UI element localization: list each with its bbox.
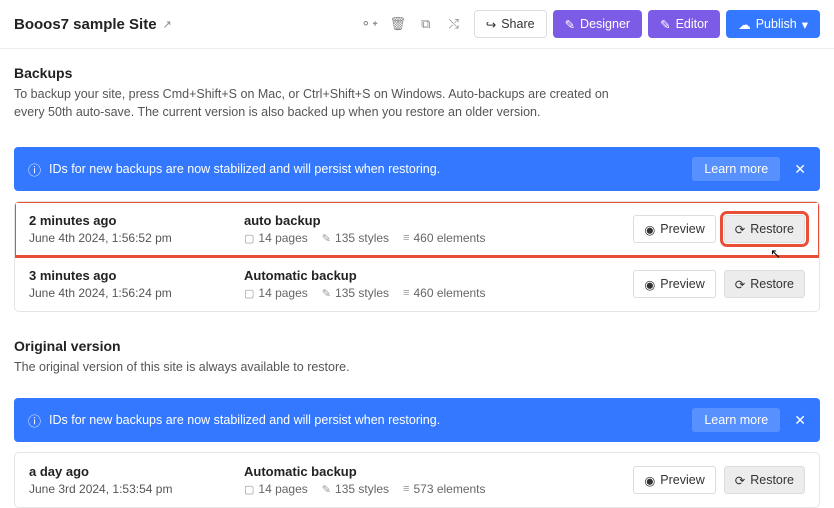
restore-icon: ⟳ (735, 473, 745, 488)
restore-label: Restore (750, 222, 794, 236)
restore-button[interactable]: ⟳ Restore (724, 270, 805, 298)
backup-row: a day ago June 3rd 2024, 1:53:54 pm Auto… (15, 453, 819, 507)
styles-count: 135 styles (335, 286, 389, 300)
branch-icon[interactable]: ⚬᛭ (358, 12, 382, 36)
backup-meta: ▢ 14 pages ✎ 135 styles ≡ 573 elements (244, 482, 633, 496)
elements-count: 573 elements (413, 482, 485, 496)
elements-icon: ≡ (403, 483, 409, 495)
styles-icon: ✎ (322, 232, 331, 245)
trash-icon[interactable]: 🗑 (386, 12, 410, 36)
designer-label: Designer (580, 17, 630, 31)
restore-label: Restore (750, 277, 794, 291)
restore-icon: ⟳ (735, 277, 745, 292)
preview-label: Preview (660, 277, 704, 291)
backup-time-absolute: June 4th 2024, 1:56:24 pm (29, 286, 244, 300)
chevron-down-icon: ▾ (802, 17, 808, 32)
restore-icon: ⟳ (735, 222, 745, 237)
backups-desc: To backup your site, press Cmd+Shift+S o… (14, 85, 614, 121)
styles-icon: ✎ (322, 483, 331, 496)
app-header: Booos7 sample Site ↗ ⚬᛭ 🗑 ⧉ ⤭ ↪ Share ✎ … (0, 0, 834, 49)
backup-meta: ▢ 14 pages ✎ 135 styles ≡ 460 elements (244, 231, 633, 245)
cursor-icon: ↖ (770, 246, 781, 262)
restore-button[interactable]: ⟳ Restore (724, 466, 805, 494)
pencil-icon: ✎ (660, 17, 670, 32)
learn-more-button[interactable]: Learn more (692, 408, 780, 432)
backup-time-relative: 3 minutes ago (29, 268, 244, 283)
styles-icon: ✎ (322, 287, 331, 300)
close-icon[interactable]: ✕ (794, 161, 806, 178)
original-heading: Original version (14, 338, 820, 354)
info-banner: ⓘ IDs for new backups are now stabilized… (14, 147, 820, 191)
learn-more-button[interactable]: Learn more (692, 157, 780, 181)
eye-icon: ◉ (644, 473, 655, 488)
pages-count: 14 pages (258, 482, 307, 496)
share-button[interactable]: ↪ Share (474, 10, 547, 38)
backup-row: 3 minutes ago June 4th 2024, 1:56:24 pm … (15, 256, 819, 311)
restore-label: Restore (750, 473, 794, 487)
preview-button[interactable]: ◉ Preview (633, 466, 715, 494)
transfer-icon[interactable]: ⤭ (442, 12, 466, 36)
pages-count: 14 pages (258, 286, 307, 300)
preview-label: Preview (660, 473, 704, 487)
restore-button[interactable]: ⟳ Restore (724, 215, 805, 243)
publish-label: Publish (756, 17, 797, 31)
elements-icon: ≡ (403, 287, 409, 299)
designer-button[interactable]: ✎ Designer (553, 10, 643, 38)
original-section: Original version The original version of… (0, 312, 834, 382)
backup-time-relative: 2 minutes ago (29, 213, 244, 228)
cloud-icon: ☁ (738, 17, 751, 32)
backup-time-relative: a day ago (29, 464, 244, 479)
elements-count: 460 elements (413, 231, 485, 245)
styles-count: 135 styles (335, 482, 389, 496)
page-icon: ▢ (244, 483, 254, 496)
backup-time-absolute: June 4th 2024, 1:56:52 pm (29, 231, 244, 245)
eye-icon: ◉ (644, 277, 655, 292)
elements-icon: ≡ (403, 232, 409, 244)
backup-title: Automatic backup (244, 268, 633, 283)
preview-button[interactable]: ◉ Preview (633, 270, 715, 298)
banner-text: IDs for new backups are now stabilized a… (49, 413, 440, 427)
styles-count: 135 styles (335, 231, 389, 245)
preview-button[interactable]: ◉ Preview (633, 215, 715, 243)
backup-time-absolute: June 3rd 2024, 1:53:54 pm (29, 482, 244, 496)
share-icon: ↪ (486, 17, 496, 32)
publish-button[interactable]: ☁ Publish ▾ (726, 10, 820, 38)
elements-count: 460 elements (413, 286, 485, 300)
backup-list: 2 minutes ago June 4th 2024, 1:56:52 pm … (14, 201, 820, 312)
info-icon: ⓘ (28, 411, 41, 430)
copy-icon[interactable]: ⧉ (414, 12, 438, 36)
backup-title: auto backup (244, 213, 633, 228)
share-label: Share (501, 17, 534, 31)
eye-icon: ◉ (644, 222, 655, 237)
backup-meta: ▢ 14 pages ✎ 135 styles ≡ 460 elements (244, 286, 633, 300)
pages-count: 14 pages (258, 231, 307, 245)
info-icon: ⓘ (28, 160, 41, 179)
info-banner: ⓘ IDs for new backups are now stabilized… (14, 398, 820, 442)
backup-row: 2 minutes ago June 4th 2024, 1:56:52 pm … (15, 202, 819, 256)
pencil-icon: ✎ (565, 17, 575, 32)
preview-label: Preview (660, 222, 704, 236)
page-icon: ▢ (244, 232, 254, 245)
close-icon[interactable]: ✕ (794, 412, 806, 429)
site-title: Booos7 sample Site (14, 16, 157, 33)
backups-section: Backups To backup your site, press Cmd+S… (0, 49, 834, 131)
backups-heading: Backups (14, 65, 820, 81)
backup-title: Automatic backup (244, 464, 633, 479)
editor-button[interactable]: ✎ Editor (648, 10, 720, 38)
external-link-icon[interactable]: ↗ (163, 18, 172, 31)
editor-label: Editor (676, 17, 709, 31)
page-icon: ▢ (244, 287, 254, 300)
banner-text: IDs for new backups are now stabilized a… (49, 162, 440, 176)
original-desc: The original version of this site is alw… (14, 358, 614, 376)
